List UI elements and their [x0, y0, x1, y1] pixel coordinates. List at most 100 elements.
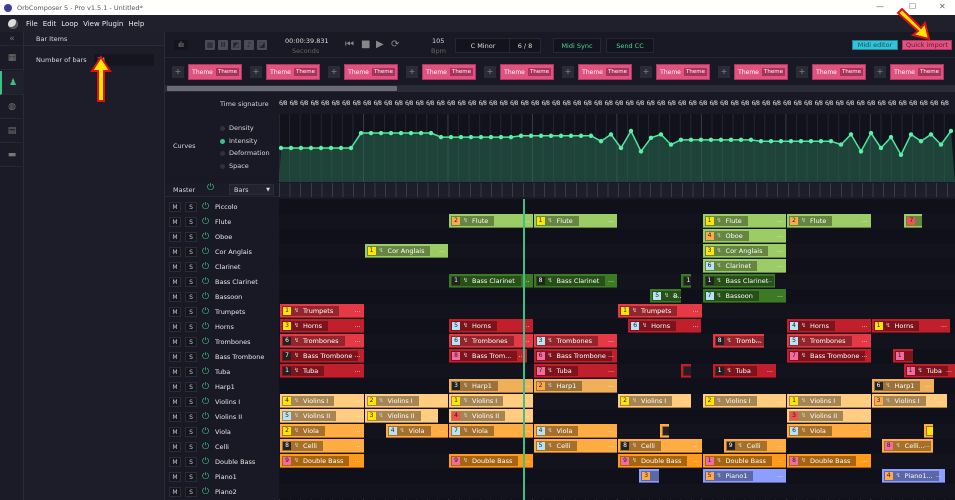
curve-option-deformation[interactable]: Deformation — [220, 149, 270, 157]
clip-menu-icon[interactable]: … — [672, 292, 678, 299]
clip-number-badge[interactable]: 1 — [684, 276, 691, 285]
mute-button[interactable]: M — [169, 276, 181, 287]
clip-menu-icon[interactable]: … — [777, 457, 783, 464]
clip[interactable]: 1 ↯ Violins I … — [449, 394, 533, 408]
menu-view-plugin[interactable]: View Plugin — [83, 20, 123, 28]
clip[interactable]: 1 ↯ Flute … — [702, 214, 786, 228]
intensity-point[interactable] — [358, 130, 364, 136]
intensity-point[interactable] — [388, 130, 394, 136]
clip[interactable]: 1 ↯ Trumpets … — [280, 304, 364, 318]
add-theme-button[interactable]: + — [250, 66, 262, 78]
clip-number-badge[interactable]: 9 — [283, 456, 291, 465]
intensity-point[interactable] — [328, 145, 334, 151]
intensity-point[interactable] — [758, 139, 764, 144]
intensity-point[interactable] — [418, 130, 424, 136]
time-signature-cell[interactable]: 6/8 — [479, 100, 490, 107]
clip-number-badge[interactable]: 1 — [621, 306, 629, 315]
solo-button[interactable]: S — [185, 261, 197, 272]
clip-number-badge[interactable]: 6 — [631, 321, 640, 330]
clip-menu-icon[interactable]: … — [862, 457, 868, 464]
theme-block[interactable]: Theme Theme — [890, 64, 944, 80]
clip-number-badge[interactable]: 7 — [536, 366, 545, 375]
intensity-point[interactable] — [538, 133, 544, 138]
clip-menu-icon[interactable]: … — [862, 427, 868, 434]
clip-menu-icon[interactable]: … — [608, 277, 614, 284]
time-signature-selector[interactable]: 6 / 8 — [509, 38, 541, 53]
time-signature-cell[interactable]: 6/8 — [888, 100, 899, 107]
clip-number-badge[interactable]: 5 — [283, 411, 291, 420]
mute-button[interactable]: M — [169, 336, 181, 347]
clip-number-badge[interactable]: 2 — [621, 396, 629, 405]
intensity-point[interactable] — [748, 137, 754, 143]
instruments-icon[interactable]: ♟ — [0, 71, 24, 95]
time-signature-cell[interactable]: 6/8 — [311, 100, 322, 107]
curve-option-space[interactable]: Space — [220, 162, 249, 170]
clip[interactable]: 1 — [681, 274, 691, 288]
intensity-point[interactable] — [908, 132, 914, 137]
bar-ruler[interactable] — [279, 183, 955, 197]
time-signature-cell[interactable]: 6/8 — [563, 100, 574, 107]
time-signature-values[interactable]: 6/8 6/8 6/8 6/8 6/8 6/8 6/8 6/8 6/8 6/8 6/8 6/8 6/8 6… — [279, 100, 955, 107]
clip-number-badge[interactable]: 4 — [388, 426, 397, 435]
time-signature-cell[interactable]: 6/8 — [353, 100, 364, 107]
clip-menu-icon[interactable]: … — [355, 337, 361, 344]
power-icon[interactable]: ⏻ — [202, 292, 212, 302]
time-signature-cell[interactable]: 6/8 — [741, 100, 752, 107]
mute-button[interactable]: M — [169, 486, 181, 497]
power-icon[interactable]: ⏻ — [202, 247, 212, 257]
clip-number-badge[interactable]: 1 — [874, 321, 883, 330]
bpm-value[interactable]: 105 — [432, 37, 444, 45]
time-signature-cell[interactable]: 6/8 — [426, 100, 437, 107]
clip-menu-icon[interactable]: … — [924, 442, 930, 449]
theme-block[interactable]: Theme Theme — [656, 64, 710, 80]
clip-number-badge[interactable]: 1 — [283, 306, 291, 315]
clip[interactable]: 8 ↯ Celli … — [280, 439, 364, 453]
intensity-point[interactable] — [279, 145, 284, 151]
close-button[interactable]: ✕ — [939, 2, 946, 11]
view-mode-dropdown[interactable]: Bars ▼ — [229, 184, 274, 195]
time-signature-cell[interactable]: 6/8 — [773, 100, 784, 107]
time-signature-cell[interactable]: 6/8 — [542, 100, 553, 107]
clip[interactable]: 7 ↯ Tuba … — [533, 364, 617, 378]
clip-number-badge[interactable]: 8 — [621, 441, 629, 450]
intensity-point[interactable] — [398, 130, 404, 136]
time-signature-cell[interactable]: 6/8 — [374, 100, 385, 107]
clip[interactable]: 5↯B... … — [650, 289, 682, 303]
mute-button[interactable]: M — [169, 261, 181, 272]
intensity-point[interactable] — [738, 137, 744, 143]
clip[interactable]: 8 ↯ Celli … — [618, 439, 702, 453]
time-signature-cell[interactable]: 6/8 — [458, 100, 469, 107]
intensity-point[interactable] — [808, 139, 814, 144]
clip-number-badge[interactable] — [663, 426, 670, 435]
power-icon[interactable]: ⏻ — [202, 277, 212, 287]
theme-sub-button[interactable]: Theme — [216, 68, 239, 76]
clip-menu-icon[interactable]: … — [936, 472, 942, 479]
solo-button[interactable]: S — [185, 486, 197, 497]
clip[interactable]: 1 ↯ Tuba … — [280, 364, 364, 378]
curve-option-density[interactable]: Density — [220, 124, 254, 132]
add-theme-button[interactable]: + — [640, 66, 652, 78]
clip[interactable]: 3 ↯ Violins II … — [787, 409, 871, 423]
clip-menu-icon[interactable]: … — [355, 412, 361, 419]
chart-icon[interactable]: ▤ — [0, 119, 24, 143]
time-signature-cell[interactable]: 6/8 — [584, 100, 595, 107]
clip-number-badge[interactable]: 2 — [536, 381, 545, 390]
time-signature-cell[interactable]: 6/8 — [720, 100, 731, 107]
mute-button[interactable]: M — [169, 246, 181, 257]
power-icon[interactable]: ⏻ — [202, 217, 212, 227]
power-icon[interactable]: ⏻ — [202, 382, 212, 392]
clip-menu-icon[interactable]: … — [608, 382, 614, 389]
clip-menu-icon[interactable]: … — [777, 397, 783, 404]
intensity-point[interactable] — [308, 145, 314, 151]
intensity-point[interactable] — [438, 134, 444, 140]
add-theme-button[interactable]: + — [172, 66, 184, 78]
clip-menu-icon[interactable]: … — [777, 262, 783, 269]
time-signature-cell[interactable]: 6/8 — [332, 100, 343, 107]
mute-button[interactable]: M — [169, 411, 181, 422]
clip-menu-icon[interactable]: … — [429, 412, 435, 419]
view-icon-3[interactable]: ◩ — [231, 40, 241, 50]
intensity-point[interactable] — [618, 145, 624, 151]
power-icon[interactable]: ⏻ — [202, 307, 212, 317]
time-signature-cell[interactable]: 6/8 — [531, 100, 542, 107]
time-signature-cell[interactable]: 6/8 — [825, 100, 836, 107]
